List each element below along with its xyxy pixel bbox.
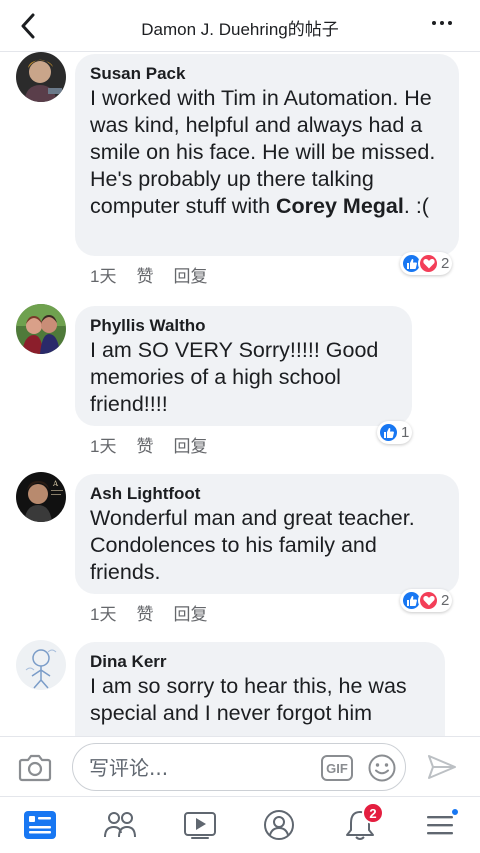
like-button[interactable]: 赞 [136,432,153,457]
comment-author[interactable]: Susan Pack [90,63,445,85]
comment-timestamp: 1天 [90,605,117,624]
comment-input-box[interactable]: GIF [72,743,406,791]
comment-bubble: Phyllis Waltho I am SO VERY Sorry!!!!! G… [75,306,412,426]
comment-input[interactable] [89,754,309,782]
like-button[interactable]: 赞 [136,262,153,287]
avatar[interactable] [16,640,66,690]
avatar-image [16,304,66,354]
like-button[interactable]: 赞 [136,600,153,625]
profile-icon [264,810,294,840]
notification-badge: 2 [362,802,384,824]
love-icon [418,590,439,611]
tab-news-feed[interactable] [20,805,60,845]
watch-icon [184,812,216,839]
reaction-count: 2 [441,255,450,272]
mention-link[interactable]: Corey Megal [276,194,404,218]
more-options-button[interactable] [432,18,456,28]
tab-watch[interactable] [180,805,220,845]
comment-bubble: Susan Pack I worked with Tim in Automati… [75,54,459,256]
avatar[interactable] [16,52,66,102]
comment-list: Susan Pack I worked with Tim in Automati… [0,52,480,736]
tab-menu[interactable] [420,805,460,845]
avatar[interactable]: A [16,472,66,522]
comment-author[interactable]: Dina Kerr [90,651,431,673]
news-feed-icon [24,811,56,839]
comment-actions: 1天 赞 回复 [90,600,207,625]
comment-actions: 1天 赞 回复 [90,432,207,457]
love-icon [418,253,439,274]
tab-friends[interactable] [100,805,140,845]
reply-button[interactable]: 回复 [173,262,207,287]
comment-author[interactable]: Phyllis Waltho [90,315,398,337]
comment-text: Wonderful man and great teacher. Condole… [90,506,415,584]
comment-author[interactable]: Ash Lightfoot [90,483,445,505]
friends-icon [104,812,136,838]
avatar[interactable] [16,304,66,354]
like-icon [378,422,399,443]
emoji-icon[interactable] [367,753,397,783]
tab-notifications[interactable]: 2 [340,802,384,845]
reaction-summary[interactable]: 2 [400,252,453,275]
avatar-image [16,52,66,102]
reaction-count: 2 [441,592,450,609]
comment-timestamp: 1天 [90,267,117,286]
reply-button[interactable]: 回复 [173,432,207,457]
camera-icon[interactable] [18,751,52,783]
comment-bubble: Dina Kerr I am so sorry to hear this, he… [75,642,445,736]
more-dot-icon [448,21,452,25]
comment-bubble: Ash Lightfoot Wonderful man and great te… [75,474,459,594]
send-icon[interactable] [426,753,458,781]
page-title: Damon J. Duehring的帖子 [141,20,339,39]
bottom-tab-bar: 2 [0,796,480,853]
comment-composer: GIF [0,736,480,796]
comment-text: I am so sorry to hear this, he was speci… [90,674,407,725]
tab-profile[interactable] [259,805,299,845]
avatar-image [16,640,66,690]
menu-indicator-dot [450,807,460,817]
top-bar: Damon J. Duehring的帖子 [0,0,480,52]
svg-text:A: A [52,480,59,488]
comment-text: I worked with Tim in Automation. He was … [90,86,436,218]
avatar-image: A [16,472,66,522]
gif-button[interactable]: GIF [321,755,353,781]
comment-timestamp: 1天 [90,437,117,456]
reaction-summary[interactable]: 1 [377,421,413,444]
reaction-summary[interactable]: 2 [400,589,453,612]
comment-text: I am SO VERY Sorry!!!!! Good memories of… [90,338,379,416]
more-dot-icon [440,21,444,25]
comment-actions: 1天 赞 回复 [90,262,207,287]
reaction-count: 1 [401,424,410,441]
more-dot-icon [432,21,436,25]
reply-button[interactable]: 回复 [173,600,207,625]
